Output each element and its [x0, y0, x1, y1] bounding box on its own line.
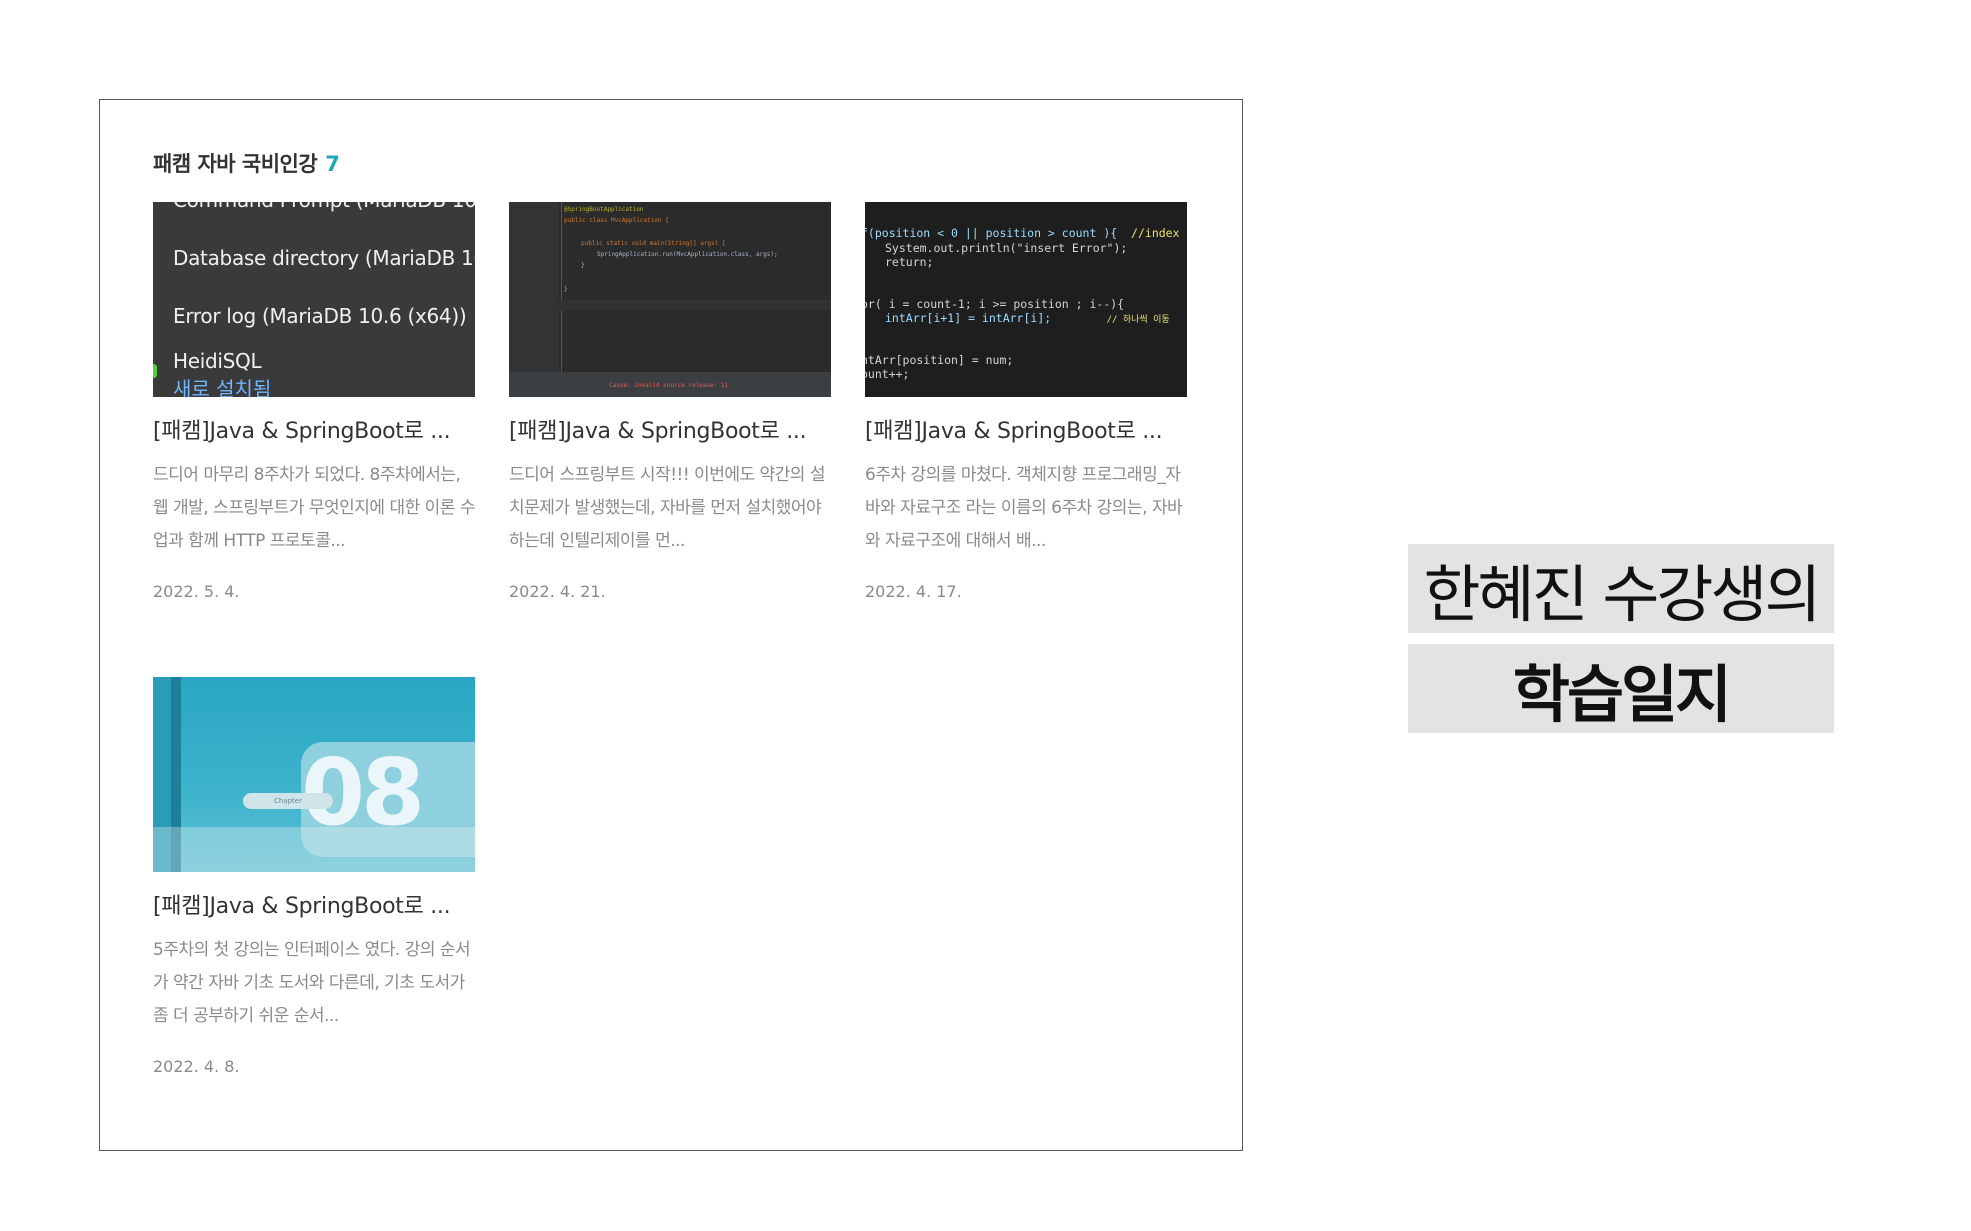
category-name: 패캠 자바 국비인강 [153, 152, 318, 176]
thumb-text: Error log (MariaDB 10.6 (x64)) [173, 304, 467, 328]
post-date: 2022. 4. 8. [153, 1057, 240, 1076]
post-thumbnail[interactable]: @SpringBootApplication public class MvcA… [509, 202, 831, 397]
code-line: @SpringBootApplication [564, 206, 644, 213]
post-date: 2022. 4. 17. [865, 582, 962, 601]
code-line: public class MvcApplication { [564, 217, 669, 224]
code-line: ount++; [865, 367, 910, 381]
category-title[interactable]: 패캠 자바 국비인강 7 [153, 148, 340, 178]
post-excerpt: 5주차의 첫 강의는 인터페이스 였다. 강의 순서가 약간 자바 기초 도서와… [153, 940, 471, 1026]
ide-current-line [559, 300, 831, 310]
post-date: 2022. 5. 4. [153, 582, 240, 601]
app-icon [153, 364, 157, 378]
caption-line-1: 한혜진 수강생의 [1408, 544, 1834, 633]
code-line: ntArr[position] = num; [865, 353, 1014, 367]
post-count: 7 [325, 152, 340, 176]
code-line: System.out.println("insert Error"); [885, 241, 1128, 255]
thumb-text: 새로 설치됨 [173, 377, 272, 397]
code-line: } [581, 262, 585, 269]
ide-divider [561, 202, 562, 372]
code-line: intArr[i+1] = intArr[i]; // 하나씩 이동 [885, 311, 1170, 325]
photo-shade [153, 827, 475, 872]
post-thumbnail[interactable]: 08 Chapter [153, 677, 475, 872]
thumb-text: HeidiSQL [173, 349, 262, 373]
caption-line-2: 학습일지 [1408, 644, 1834, 733]
code-line: } [564, 286, 568, 293]
chapter-label: Chapter [243, 793, 333, 809]
post-card[interactable]: Command Prompt (MariaDB 10.6 Database di… [153, 202, 475, 601]
post-excerpt: 드디어 스프링부트 시작!!! 이번에도 약간의 설치문제가 발생했는데, 자바… [509, 465, 825, 551]
post-excerpt: 드디어 마무리 8주차가 되었다. 8주차에서는, 웹 개발, 스프링부트가 무… [153, 465, 475, 551]
post-title[interactable]: [패캠]Java & SpringBoot로 ... [153, 417, 475, 447]
post-thumbnail[interactable]: Command Prompt (MariaDB 10.6 Database di… [153, 202, 475, 397]
code-line: or( i = count-1; i >= position ; i--){ [865, 297, 1125, 311]
code-line: public static void main(String[] args) { [581, 240, 726, 247]
build-error: Cause: invalid source release: 11 [609, 382, 729, 389]
code-line: return; [885, 255, 934, 269]
ide-gutter [509, 202, 559, 397]
blog-category-panel: 패캠 자바 국비인강 7 Command Prompt (MariaDB 10.6… [99, 99, 1243, 1151]
post-card[interactable]: 08 Chapter [패캠]Java & SpringBoot로 ... 5주… [153, 677, 475, 1076]
code-line: f(position < 0 || position > count ){ //… [865, 226, 1180, 240]
post-thumbnail[interactable]: f(position < 0 || position > count ){ //… [865, 202, 1187, 397]
code-line: SpringApplication.run(MvcApplication.cla… [597, 251, 778, 258]
thumb-text: Database directory (MariaDB 10.6 [173, 246, 475, 270]
post-title[interactable]: [패캠]Java & SpringBoot로 ... [153, 892, 475, 922]
post-card[interactable]: @SpringBootApplication public class MvcA… [509, 202, 831, 601]
post-title[interactable]: [패캠]Java & SpringBoot로 ... [509, 417, 831, 447]
post-card[interactable]: f(position < 0 || position > count ){ //… [865, 202, 1187, 601]
thumb-text: Command Prompt (MariaDB 10.6 [173, 202, 475, 212]
post-title[interactable]: [패캠]Java & SpringBoot로 ... [865, 417, 1187, 447]
post-excerpt: 6주차 강의를 마쳤다. 객체지향 프로그래밍_자바와 자료구조 라는 이름의 … [865, 465, 1183, 551]
post-date: 2022. 4. 21. [509, 582, 606, 601]
